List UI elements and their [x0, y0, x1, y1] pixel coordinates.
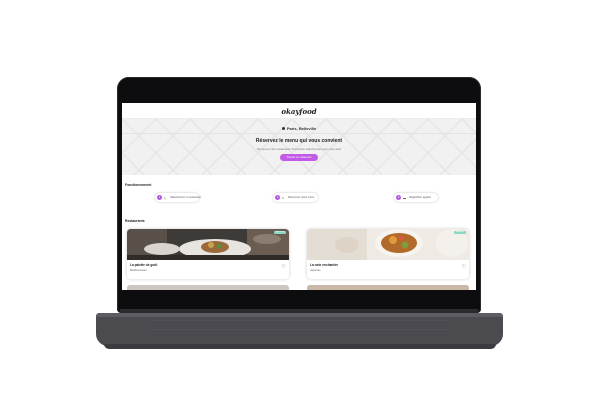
find-restaurant-button[interactable]: Trouver un restaurant: [280, 154, 318, 161]
content-area: Fonctionnement 1 ▯ Sélectionnez un resta…: [122, 175, 476, 290]
favorite-heart-icon[interactable]: ♡: [282, 265, 286, 270]
site-header: okayfood: [122, 103, 476, 119]
laptop-base-shadow: [104, 344, 496, 349]
location-pin-icon: [281, 127, 285, 131]
laptop-base-edge: [96, 313, 503, 317]
steps-section-title: Fonctionnement: [125, 183, 152, 187]
new-badge: Nouveau: [274, 231, 286, 234]
step-item: 3 ▬ Réglez/bon appétit: [394, 193, 438, 202]
step-label: Sélectionnez un restaurant: [170, 196, 201, 199]
step-number-badge: 2: [275, 195, 280, 200]
restaurant-card-partial[interactable]: [307, 285, 469, 290]
restaurant-photo: [307, 229, 469, 260]
new-badge: Nouveau: [454, 231, 466, 234]
favorite-heart-icon[interactable]: ♡: [462, 265, 466, 270]
restaurant-name: La palette de goût: [130, 263, 158, 267]
hero-subtitle: Découvrez des restaurants d'exception sé…: [256, 147, 342, 151]
phone-icon: ▯: [164, 196, 166, 200]
step-item: 1 ▯ Sélectionnez un restaurant: [155, 193, 201, 202]
laptop-screen: okayfood Paris, Belleville Réservez le m…: [122, 103, 476, 290]
hero-divider: [122, 133, 476, 134]
restaurant-card[interactable]: Nouveau La note enchantée Japonais ♡: [307, 229, 469, 279]
list-icon: ≡: [282, 196, 284, 200]
location-label: Paris, Belleville: [286, 126, 317, 131]
restaurants-section-title: Restaurants: [125, 219, 145, 223]
restaurant-cuisine: Japonais: [310, 269, 321, 272]
restaurant-card[interactable]: Nouveau La palette de goût Méditerranéen…: [127, 229, 289, 279]
restaurant-card-partial[interactable]: [127, 285, 289, 290]
hero-title: Réservez le menu qui vous convient: [255, 138, 343, 144]
hero-banner: Paris, Belleville Réservez le menu qui v…: [122, 119, 476, 175]
site-logo[interactable]: okayfood: [122, 107, 476, 116]
laptop-keyboard-area: [150, 320, 450, 330]
laptop-mockup-scene: okayfood Paris, Belleville Réservez le m…: [0, 0, 597, 418]
card-icon: ▬: [403, 196, 406, 200]
step-number-badge: 3: [396, 195, 401, 200]
location-selector[interactable]: Paris, Belleville: [122, 126, 476, 131]
step-item: 2 ≡ Découvrez notre menu: [273, 193, 318, 202]
step-label: Réglez/bon appétit: [409, 196, 431, 199]
restaurant-photo: [127, 229, 289, 260]
restaurant-name: La note enchantée: [310, 263, 338, 267]
step-label: Découvrez notre menu: [288, 196, 315, 199]
restaurant-cuisine: Méditerranéen: [130, 269, 147, 272]
step-number-badge: 1: [157, 195, 162, 200]
